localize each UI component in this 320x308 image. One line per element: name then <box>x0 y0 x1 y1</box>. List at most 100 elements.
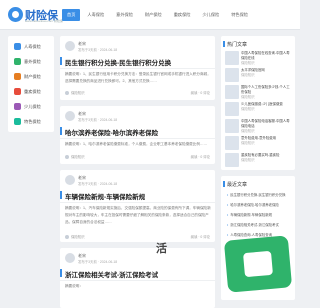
panel-title: 热门文章 <box>222 41 248 48</box>
accident-icon <box>14 58 21 65</box>
article-summary: 摘要说明：1、汽车保险新规实施后，交强险保额提高，商业险的保费有所下调，车辆保险… <box>65 206 211 225</box>
nav-children[interactable]: 少儿保险 <box>197 9 224 21</box>
property-icon <box>14 73 21 80</box>
article-tag[interactable]: 保险知识 <box>71 235 85 239</box>
avatar[interactable] <box>65 253 75 263</box>
article-thumbnail[interactable] <box>225 153 239 167</box>
avatar[interactable] <box>65 41 75 51</box>
menu-item-special[interactable]: 特色保险 <box>8 114 54 129</box>
article-thumbnail[interactable] <box>225 51 239 65</box>
avatar[interactable] <box>65 111 75 121</box>
life-icon <box>14 43 21 50</box>
article-card: 老宋 发布于3天前 · 2024-06-18 浙江保险相关考试-浙江保险考试 摘… <box>59 248 215 308</box>
article-card: 老宋 发布于3天前 · 2024-06-18 车辆保险新规-车辆保险新规 摘要说… <box>59 170 215 242</box>
post-date: 发布于3天前 · 2024-06-18 <box>78 48 118 52</box>
recent-article-link[interactable]: 浙江保险相关考试-浙江保险考试 <box>227 222 291 227</box>
menu-item-children[interactable]: 少儿保险 <box>8 99 54 114</box>
menu-item-property[interactable]: 财产保险 <box>8 69 54 84</box>
hot-article-title[interactable]: 太平洋保险官网 <box>241 68 265 72</box>
menu-item-label: 意外保险 <box>24 58 41 64</box>
nav-critical[interactable]: 重疾保险 <box>169 9 196 21</box>
tag-icon <box>65 235 69 240</box>
post-date: 发布于3天前 · 2024-06-18 <box>78 182 118 186</box>
recent-article-link[interactable]: 民生银行积分兑换-民生银行积分兑换 <box>227 192 291 197</box>
nav-special[interactable]: 特色保险 <box>226 9 253 21</box>
app-watermark-icon <box>218 232 300 300</box>
hot-article-meta: 保险知识 <box>241 95 255 99</box>
avatar[interactable] <box>65 175 75 185</box>
divider <box>60 68 215 69</box>
article-thumbnail[interactable] <box>225 68 239 82</box>
article-title[interactable]: 浙江保险相关考试-浙江保险考试 <box>59 269 158 279</box>
menu-item-label: 财产保险 <box>24 73 41 79</box>
hot-article-meta: 保险知识 <box>241 141 255 145</box>
article-title[interactable]: 民生银行积分兑换-民生银行积分兑换 <box>59 57 171 67</box>
top-nav: 首页 人寿保险 意外保险 财产保险 重疾保险 少儿保险 特色保险 <box>62 2 253 28</box>
article-thumbnail[interactable] <box>225 119 239 133</box>
post-date: 发布于3天前 · 2024-06-18 <box>78 260 118 264</box>
children-icon <box>14 103 21 110</box>
hot-article-title[interactable]: 国际个人工伤保险多少钱-个人工伤保险 <box>241 85 290 94</box>
article-tag[interactable]: 保险知识 <box>71 155 85 159</box>
article-meta: 保险知识 阅读 · 0 评论 <box>65 234 210 240</box>
hot-article-meta: 保险知识 <box>241 107 255 111</box>
post-date: 发布于3天前 · 2024-06-18 <box>78 118 118 122</box>
hot-article-title[interactable]: 中国人寿保险在线查询-中国人寿保险在线 <box>241 51 290 60</box>
comment-count[interactable]: 0 评论 <box>200 155 210 159</box>
tag-icon <box>65 91 69 96</box>
article-title[interactable]: 哈尔滨养老保险-哈尔滨养老保险 <box>59 127 158 137</box>
category-menu: 人寿保险 意外保险 财产保险 重疾保险 少儿保险 特色保险 <box>8 36 54 132</box>
menu-item-label: 特色保险 <box>24 118 41 124</box>
site-logo[interactable]: 财险保 www.caixianbao.com 财险保 <box>8 6 63 24</box>
watermark-shape <box>223 235 293 293</box>
menu-item-label: 少儿保险 <box>24 103 41 109</box>
hot-article-title[interactable]: 少儿医保缴费-少儿医保缴费 <box>241 102 283 106</box>
nav-property[interactable]: 财产保险 <box>140 9 167 21</box>
divider <box>60 280 215 281</box>
article-summary: 摘要说明： <box>65 284 83 288</box>
divider <box>60 202 215 203</box>
logo-icon <box>8 7 23 22</box>
article-meta: 保险知识 阅读 · 0 评论 <box>65 154 210 160</box>
nav-home[interactable]: 首页 <box>62 9 81 21</box>
article-title[interactable]: 车辆保险新规-车辆保险新规 <box>59 191 145 201</box>
hot-article-meta: 保险知识 <box>241 73 255 77</box>
menu-item-accident[interactable]: 意外保险 <box>8 54 54 69</box>
panel-title: 最近文章 <box>222 181 248 188</box>
recent-article-link[interactable]: 哈尔滨养老保险-哈尔滨养老保险 <box>227 202 291 207</box>
special-icon <box>14 118 21 125</box>
nav-accident[interactable]: 意外保险 <box>111 9 138 21</box>
article-summary: 摘要说明：1、民生银行信用卡积分兑换方法：登录民生银行官网或手机银行进入积分商城… <box>65 72 211 84</box>
tag-icon <box>65 155 69 160</box>
nav-life[interactable]: 人寿保险 <box>82 9 109 21</box>
article-thumbnail[interactable] <box>225 136 239 150</box>
menu-item-label: 重疾保险 <box>24 88 41 94</box>
article-summary: 摘要说明：1、哈尔滨养老保险缴费标准，个人缴费，企业职工基本养老保险缴费比例…… <box>65 142 208 146</box>
menu-item-critical[interactable]: 重疾保险 <box>8 84 54 99</box>
views-label: 阅读 <box>190 155 198 159</box>
divider <box>60 138 215 139</box>
article-card: 老宋 发布于3天前 · 2024-06-18 哈尔滨养老保险-哈尔滨养老保险 摘… <box>59 106 215 164</box>
article-meta: 保险知识 阅读 · 0 评论 <box>65 90 210 96</box>
article-thumbnail[interactable] <box>225 102 239 116</box>
comment-count[interactable]: 0 评论 <box>200 91 210 95</box>
hot-article-meta: 保险知识 <box>241 158 255 162</box>
hot-article-title[interactable]: 重疾险有必要买吗-重疾险 <box>241 153 279 157</box>
menu-item-life[interactable]: 人寿保险 <box>8 39 54 54</box>
hot-article-title[interactable]: 意外险费用-意外险费用 <box>241 136 276 140</box>
comment-count[interactable]: 0 评论 <box>200 235 210 239</box>
hot-article-meta: 保险知识 <box>241 61 255 65</box>
article-tag[interactable]: 保险知识 <box>71 91 85 95</box>
hot-article-title[interactable]: 中国人寿保险电话客服-中国人寿保险电话 <box>241 119 290 128</box>
recent-article-link[interactable]: 车辆保险新规-车辆保险新规 <box>227 212 291 217</box>
article-thumbnail[interactable] <box>225 85 239 99</box>
views-label: 阅读 <box>190 91 198 95</box>
hot-articles-panel: 热门文章 中国人寿保险在线查询-中国人寿保险在线 保险知识 太平洋保险官网 保险知识… <box>221 36 295 170</box>
critical-icon <box>14 88 21 95</box>
menu-item-label: 人寿保险 <box>24 43 41 49</box>
header: 财险保 www.caixianbao.com 财险保 首页 人寿保险 意外保险 … <box>0 0 300 30</box>
hot-article-meta: 保险知识 <box>241 129 255 133</box>
article-card: 老宋 发布于3天前 · 2024-06-18 民生银行积分兑换-民生银行积分兑换… <box>59 36 215 100</box>
watermark-text: 活 <box>156 243 167 255</box>
logo-subtitle: www.caixianbao.com 财险保 <box>25 19 63 23</box>
